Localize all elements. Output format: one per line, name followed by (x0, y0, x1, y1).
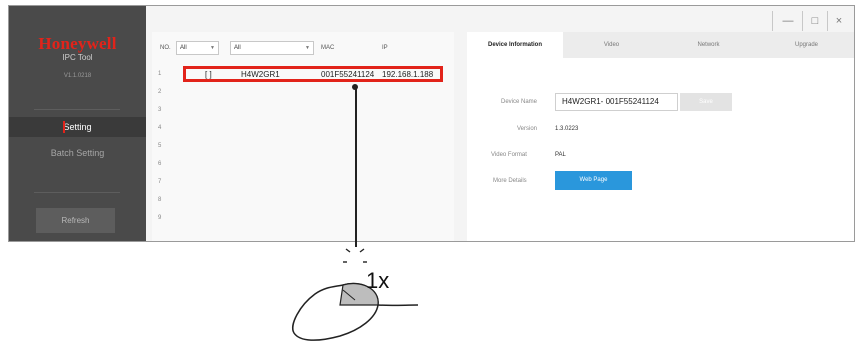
click-count-label: 1x (366, 268, 390, 293)
mouse-click-icon (292, 248, 419, 341)
click-rays-icon (343, 248, 367, 263)
